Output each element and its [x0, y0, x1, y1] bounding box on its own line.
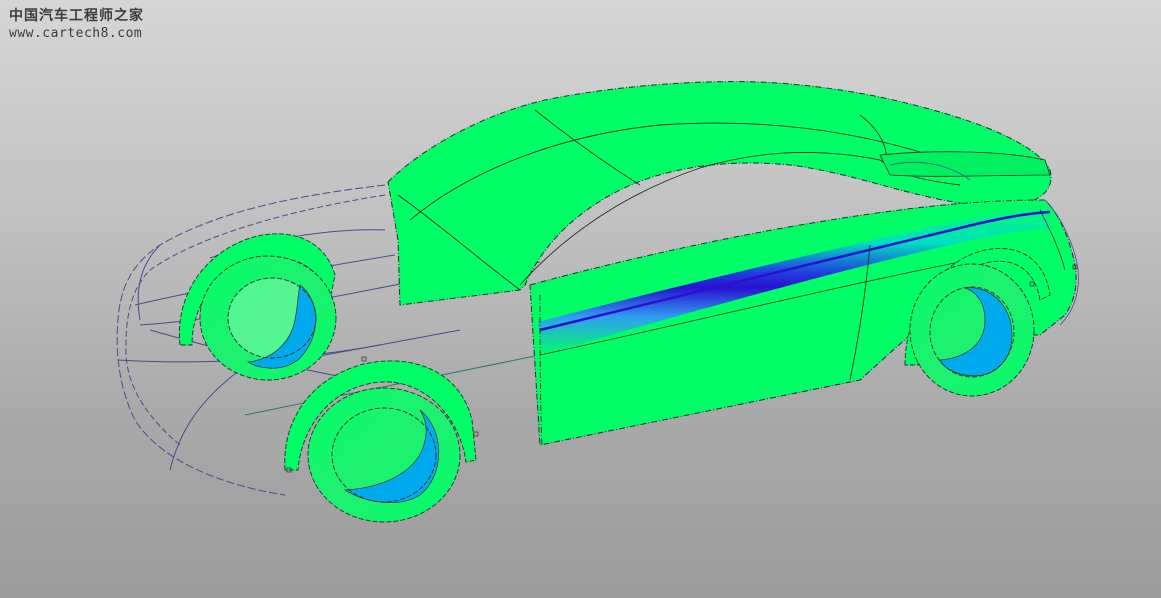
front-left-wheel	[199, 255, 337, 381]
model-viewport[interactable]	[0, 0, 1161, 598]
lower-left-wheel	[307, 387, 461, 523]
right-wheel	[909, 263, 1035, 397]
